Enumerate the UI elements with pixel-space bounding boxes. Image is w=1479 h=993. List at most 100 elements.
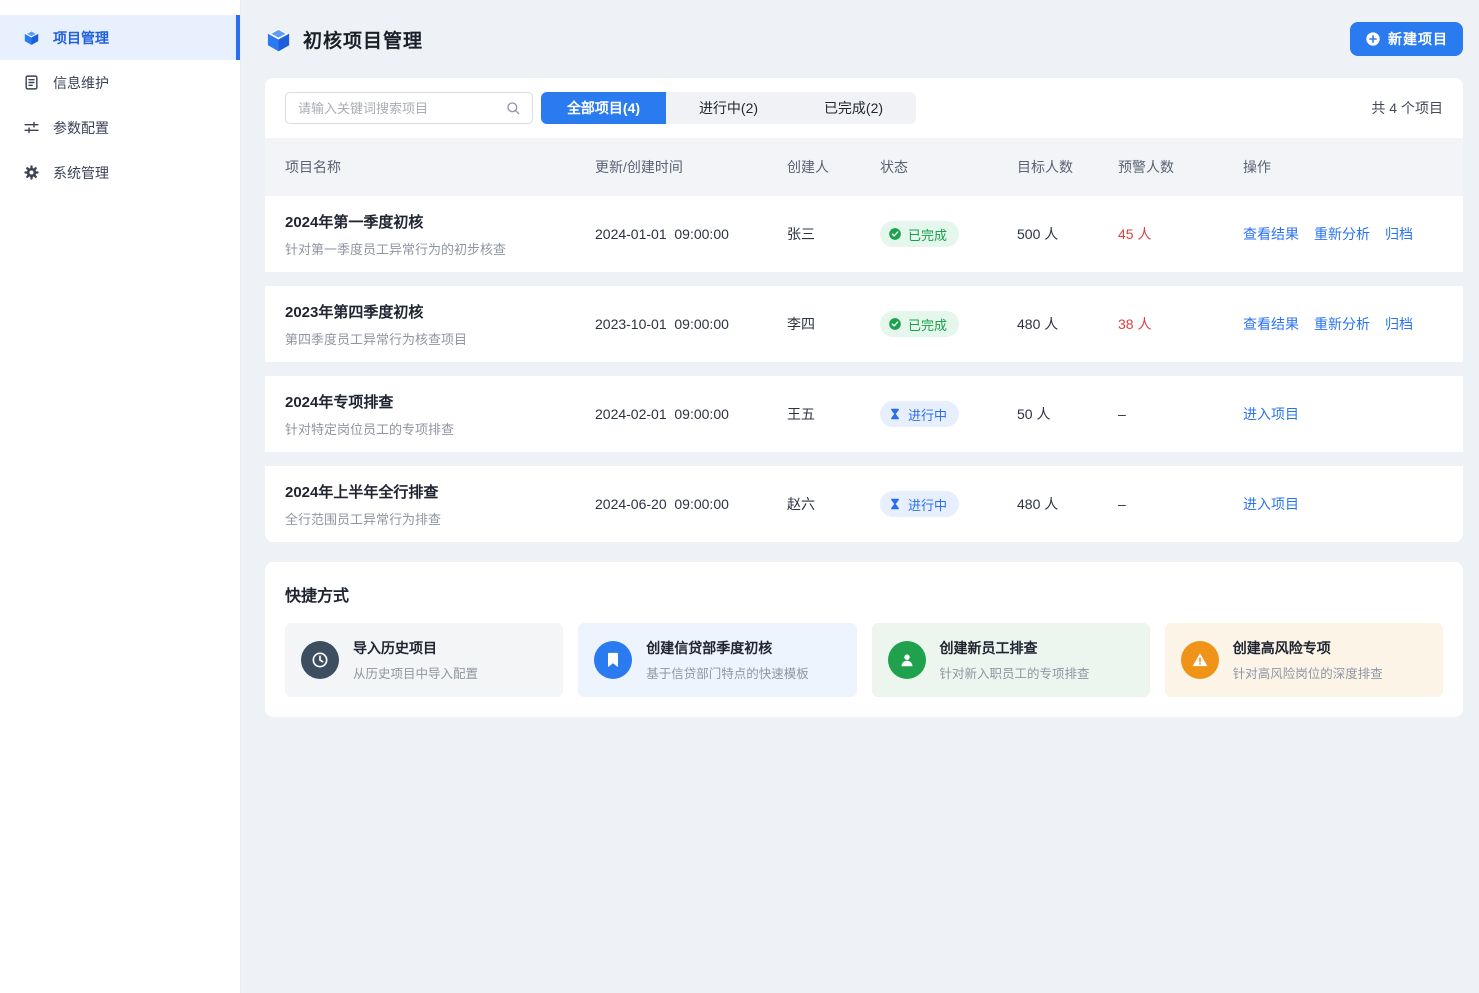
column-header: 目标人数	[1017, 157, 1118, 177]
sidebar-nav: 项目管理信息维护参数配置系统管理	[0, 15, 240, 195]
plus-circle-icon	[1365, 31, 1381, 47]
project-creator: 赵六	[787, 494, 880, 514]
actions-cell: 进入项目	[1243, 404, 1443, 424]
quick-card-clock[interactable]: 导入历史项目 从历史项目中导入配置	[285, 623, 563, 697]
check-circle-icon	[888, 317, 902, 331]
quick-card-title: 创建新员工排查	[940, 638, 1090, 658]
quick-card-text: 创建信贷部季度初核 基于信贷部门特点的快速模板	[646, 638, 809, 682]
warning-count: 38 人	[1118, 314, 1243, 334]
action-link[interactable]: 查看结果	[1243, 314, 1299, 334]
quick-card-desc: 针对高风险岗位的深度排查	[1233, 663, 1383, 682]
table-row: 2023年第四季度初核 第四季度员工异常行为核查项目 2023-10-01 09…	[265, 286, 1463, 362]
quick-card-text: 创建新员工排查 针对新入职员工的专项排查	[940, 638, 1090, 682]
document-icon	[23, 74, 40, 91]
row-divider	[265, 362, 1463, 376]
project-name-cell: 2024年专项排查 针对特定岗位员工的专项排查	[285, 391, 595, 438]
quick-card-circle	[301, 641, 339, 679]
hourglass-icon	[888, 497, 902, 511]
action-link[interactable]: 查看结果	[1243, 224, 1299, 244]
quick-card-text: 导入历史项目 从历史项目中导入配置	[353, 638, 478, 682]
sidebar-item-label: 系统管理	[53, 163, 109, 183]
new-project-button[interactable]: 新建项目	[1350, 22, 1463, 56]
project-creator: 张三	[787, 224, 880, 244]
project-time: 2023-10-01 09:00:00	[595, 316, 787, 332]
page-title: 初核项目管理	[303, 26, 423, 53]
status-label: 进行中	[908, 405, 947, 424]
target-count: 480 人	[1017, 494, 1118, 514]
search-icon[interactable]	[505, 100, 521, 116]
warning-count: 45 人	[1118, 224, 1243, 244]
main-content: 初核项目管理 新建项目 全部项目(4)进行中(2)已完成(2) 共 4 个项目 …	[241, 0, 1479, 993]
status-badge: 已完成	[880, 221, 959, 247]
status-cell: 进行中	[880, 401, 1017, 427]
sidebar-item-label: 信息维护	[53, 73, 109, 93]
table-row: 2024年上半年全行排查 全行范围员工异常行为排查 2024-06-20 09:…	[265, 466, 1463, 542]
project-name: 2024年专项排查	[285, 391, 595, 412]
project-desc: 针对特定岗位员工的专项排查	[285, 419, 595, 438]
clock-icon	[310, 650, 330, 670]
quick-card-title: 创建信贷部季度初核	[646, 638, 809, 658]
action-link[interactable]: 进入项目	[1243, 494, 1299, 514]
quick-card-desc: 从历史项目中导入配置	[353, 663, 478, 682]
search-box	[285, 92, 533, 124]
column-header: 创建人	[787, 157, 880, 177]
gear-icon	[23, 164, 40, 181]
status-badge: 进行中	[880, 401, 959, 427]
quick-actions-panel: 快捷方式 导入历史项目 从历史项目中导入配置 创建信贷部季度初核 基于信贷部门特…	[265, 562, 1463, 717]
sidebar-item-sliders[interactable]: 参数配置	[0, 105, 240, 150]
table-row: 2024年第一季度初核 针对第一季度员工异常行为的初步核查 2024-01-01…	[265, 196, 1463, 272]
project-desc: 针对第一季度员工异常行为的初步核查	[285, 239, 595, 258]
target-count: 50 人	[1017, 404, 1118, 424]
warning-count: –	[1118, 496, 1243, 512]
sidebar-item-gear[interactable]: 系统管理	[0, 150, 240, 195]
project-name: 2024年第一季度初核	[285, 211, 595, 232]
cube-icon	[265, 26, 292, 53]
new-project-label: 新建项目	[1388, 29, 1448, 49]
actions-cell: 查看结果重新分析归档	[1243, 314, 1443, 334]
sidebar-item-cube[interactable]: 项目管理	[0, 15, 240, 60]
status-cell: 已完成	[880, 311, 1017, 337]
quick-actions-title: 快捷方式	[265, 562, 1463, 606]
action-link[interactable]: 重新分析	[1314, 314, 1370, 334]
tab-2[interactable]: 已完成(2)	[791, 92, 916, 124]
sidebar: 项目管理信息维护参数配置系统管理	[0, 0, 241, 993]
tab-1[interactable]: 进行中(2)	[666, 92, 791, 124]
title-wrap: 初核项目管理	[265, 26, 423, 53]
status-label: 进行中	[908, 495, 947, 514]
quick-cards: 导入历史项目 从历史项目中导入配置 创建信贷部季度初核 基于信贷部门特点的快速模…	[265, 606, 1463, 717]
project-time: 2024-06-20 09:00:00	[595, 496, 787, 512]
project-creator: 李四	[787, 314, 880, 334]
quick-card-user[interactable]: 创建新员工排查 针对新入职员工的专项排查	[872, 623, 1150, 697]
action-link[interactable]: 重新分析	[1314, 224, 1370, 244]
cube-icon	[23, 29, 40, 46]
quick-card-title: 创建高风险专项	[1233, 638, 1383, 658]
project-name: 2023年第四季度初核	[285, 301, 595, 322]
status-label: 已完成	[908, 225, 947, 244]
actions-cell: 查看结果重新分析归档	[1243, 224, 1443, 244]
status-badge: 进行中	[880, 491, 959, 517]
project-desc: 第四季度员工异常行为核查项目	[285, 329, 595, 348]
column-header: 项目名称	[285, 157, 595, 177]
action-link[interactable]: 归档	[1385, 224, 1413, 244]
sidebar-item-label: 参数配置	[53, 118, 109, 138]
tab-0[interactable]: 全部项目(4)	[541, 92, 666, 124]
project-time: 2024-02-01 09:00:00	[595, 406, 787, 422]
action-link[interactable]: 进入项目	[1243, 404, 1299, 424]
search-input[interactable]	[286, 93, 505, 123]
action-link[interactable]: 归档	[1385, 314, 1413, 334]
column-header: 操作	[1243, 157, 1443, 177]
quick-card-warning[interactable]: 创建高风险专项 针对高风险岗位的深度排查	[1165, 623, 1443, 697]
quick-card-text: 创建高风险专项 针对高风险岗位的深度排查	[1233, 638, 1383, 682]
quick-card-desc: 针对新入职员工的专项排查	[940, 663, 1090, 682]
sidebar-item-document[interactable]: 信息维护	[0, 60, 240, 105]
quick-card-bookmark[interactable]: 创建信贷部季度初核 基于信贷部门特点的快速模板	[578, 623, 856, 697]
row-divider	[265, 272, 1463, 286]
warning-icon	[1190, 650, 1210, 670]
projects-panel: 全部项目(4)进行中(2)已完成(2) 共 4 个项目 项目名称更新/创建时间创…	[265, 78, 1463, 542]
check-circle-icon	[888, 227, 902, 241]
quick-card-desc: 基于信贷部门特点的快速模板	[646, 663, 809, 682]
target-count: 480 人	[1017, 314, 1118, 334]
actions-cell: 进入项目	[1243, 494, 1443, 514]
table-header: 项目名称更新/创建时间创建人状态目标人数预警人数操作	[265, 138, 1463, 196]
table-row: 2024年专项排查 针对特定岗位员工的专项排查 2024-02-01 09:00…	[265, 376, 1463, 452]
